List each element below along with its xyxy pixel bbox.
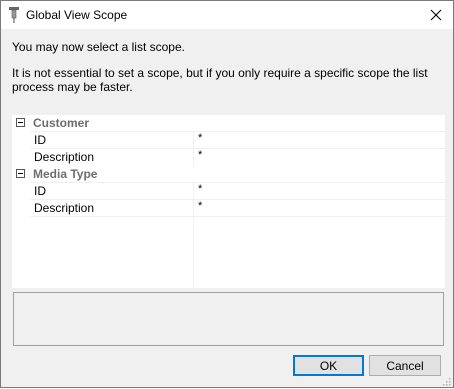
minus-box-icon[interactable] (16, 118, 25, 127)
property-row-customer-id[interactable]: ID * (31, 131, 445, 148)
property-name: Description (34, 201, 95, 215)
property-row-media-type-description[interactable]: Description * (31, 199, 445, 216)
category-row-customer[interactable]: Customer (12, 115, 445, 131)
property-value[interactable]: * (198, 132, 202, 144)
category-row-media-type[interactable]: Media Type (12, 166, 445, 182)
category-label: Customer (33, 116, 90, 130)
value-separator (193, 149, 194, 165)
property-row-customer-description[interactable]: Description * (31, 148, 445, 165)
title-bar[interactable]: Global View Scope (1, 1, 453, 29)
dialog-client-area: You may now select a list scope. It is n… (1, 29, 453, 387)
description-panel (13, 292, 444, 346)
property-grid[interactable]: Customer ID * Description * Media Type I… (12, 115, 445, 288)
category-label: Media Type (33, 167, 98, 181)
property-row-media-type-id[interactable]: ID * (31, 182, 445, 199)
resize-grip-icon[interactable] (441, 375, 451, 386)
property-name: Description (34, 150, 95, 164)
dialog-window: Global View Scope You may now select a l… (0, 0, 454, 388)
property-name: ID (34, 184, 46, 198)
scope-hint-text: It is not essential to set a scope, but … (12, 66, 428, 94)
pin-icon (7, 6, 21, 24)
value-separator (193, 183, 194, 199)
close-icon (430, 9, 442, 21)
property-name: ID (34, 133, 46, 147)
minus-box-icon[interactable] (16, 169, 25, 178)
property-value[interactable]: * (198, 200, 202, 212)
property-value[interactable]: * (198, 183, 202, 195)
cancel-button[interactable]: Cancel (369, 355, 441, 376)
close-button[interactable] (419, 1, 453, 29)
window-title: Global View Scope (26, 8, 128, 22)
intro-text: You may now select a list scope. (12, 40, 185, 54)
value-separator (193, 200, 194, 216)
ok-button[interactable]: OK (293, 355, 364, 376)
value-separator (193, 132, 194, 148)
property-value[interactable]: * (198, 149, 202, 161)
grid-bottom-line (31, 216, 445, 217)
